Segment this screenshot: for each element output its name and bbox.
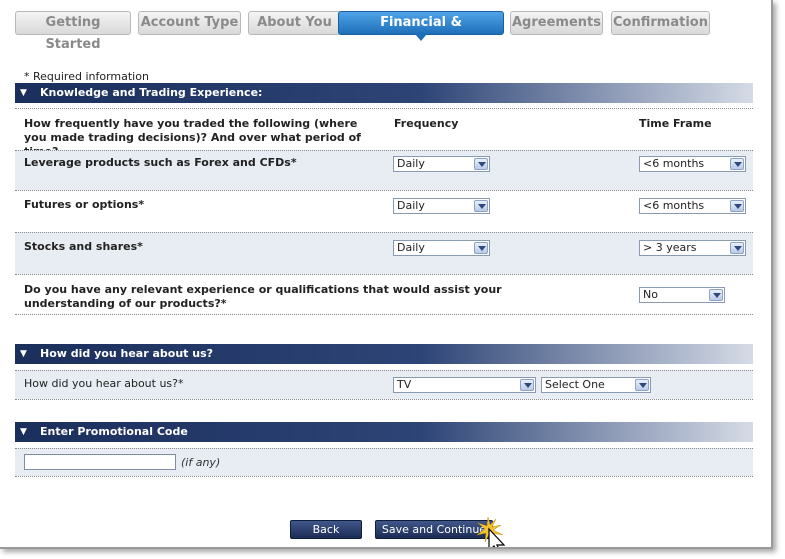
qualifications-question: Do you have any relevant experience or q… <box>24 283 502 310</box>
select-value: > 3 years <box>643 241 697 254</box>
promo-section-header[interactable]: ▼ Enter Promotional Code <box>15 422 753 442</box>
section-divider <box>15 476 753 477</box>
select-value: No <box>643 288 658 301</box>
select-value: TV <box>397 378 412 391</box>
collapse-triangle-icon[interactable]: ▼ <box>20 344 27 364</box>
tab-agreements[interactable]: Agreements <box>510 11 603 35</box>
collapse-triangle-icon[interactable]: ▼ <box>20 83 27 103</box>
timeframe-select[interactable]: <6 months <box>639 156 746 172</box>
collapse-triangle-icon[interactable]: ▼ <box>20 422 27 442</box>
frequency-select[interactable]: Daily <box>393 156 490 172</box>
timeframe-select[interactable]: <6 months <box>639 198 746 214</box>
dropdown-arrow-icon[interactable] <box>520 379 534 391</box>
tab-financial-experience[interactable]: Financial & Experience <box>338 11 504 52</box>
tab-about-you[interactable]: About You <box>248 11 341 35</box>
select-value: Select One <box>545 378 605 391</box>
select-value: Daily <box>397 199 425 212</box>
frequency-select[interactable]: Daily <box>393 198 490 214</box>
dropdown-arrow-icon[interactable] <box>730 200 744 212</box>
frequency-column-header: Frequency <box>394 117 459 130</box>
referral-label: How did you hear about us?* <box>24 377 184 390</box>
dropdown-arrow-icon[interactable] <box>474 200 488 212</box>
dropdown-arrow-icon[interactable] <box>474 242 488 254</box>
promo-code-input[interactable] <box>24 454 176 470</box>
timeframe-column-header: Time Frame <box>639 117 712 130</box>
application-window: Getting Started Account Type About You F… <box>0 0 773 549</box>
select-value: <6 months <box>643 199 705 212</box>
mouse-cursor-icon <box>476 516 506 547</box>
section-title: How did you hear about us? <box>40 347 213 360</box>
experience-row-stocks: Stocks and shares* Daily > 3 years <box>15 232 753 274</box>
section-title: Enter Promotional Code <box>40 425 188 438</box>
referral-detail-select[interactable]: Select One <box>541 377 651 393</box>
experience-row-futures: Futures or options* Daily <6 months <box>15 190 753 232</box>
timeframe-select[interactable]: > 3 years <box>639 240 746 256</box>
back-button[interactable]: Back <box>290 520 362 539</box>
row-label: Leverage products such as Forex and CFDs… <box>24 156 297 169</box>
qualifications-row: Do you have any relevant experience or q… <box>15 274 753 314</box>
knowledge-section-header[interactable]: ▼ Knowledge and Trading Experience: <box>15 83 753 103</box>
tab-account-type[interactable]: Account Type <box>138 11 241 35</box>
dropdown-arrow-icon[interactable] <box>730 158 744 170</box>
dropdown-arrow-icon[interactable] <box>709 289 723 301</box>
experience-row-leverage: Leverage products such as Forex and CFDs… <box>15 150 753 190</box>
promo-hint: (if any) <box>181 456 221 469</box>
frequency-select[interactable]: Daily <box>393 240 490 256</box>
select-value: <6 months <box>643 157 705 170</box>
row-label: Futures or options* <box>24 198 145 211</box>
select-value: Daily <box>397 241 425 254</box>
section-title: Knowledge and Trading Experience: <box>40 86 263 99</box>
qualifications-select[interactable]: No <box>639 287 725 303</box>
dropdown-arrow-icon[interactable] <box>635 379 649 391</box>
section-divider <box>15 314 753 315</box>
dropdown-arrow-icon[interactable] <box>730 242 744 254</box>
required-note: * Required information <box>24 70 149 83</box>
tab-getting-started[interactable]: Getting Started <box>15 11 131 52</box>
referral-row: How did you hear about us?* TV Select On… <box>15 370 753 399</box>
tab-confirmation[interactable]: Confirmation <box>611 11 710 35</box>
section-divider <box>15 399 753 400</box>
question-header-row: How frequently have you traded the follo… <box>15 108 753 158</box>
row-label: Stocks and shares* <box>24 240 143 253</box>
referral-source-select[interactable]: TV <box>393 377 536 393</box>
referral-section-header[interactable]: ▼ How did you hear about us? <box>15 344 753 364</box>
dropdown-arrow-icon[interactable] <box>474 158 488 170</box>
select-value: Daily <box>397 157 425 170</box>
